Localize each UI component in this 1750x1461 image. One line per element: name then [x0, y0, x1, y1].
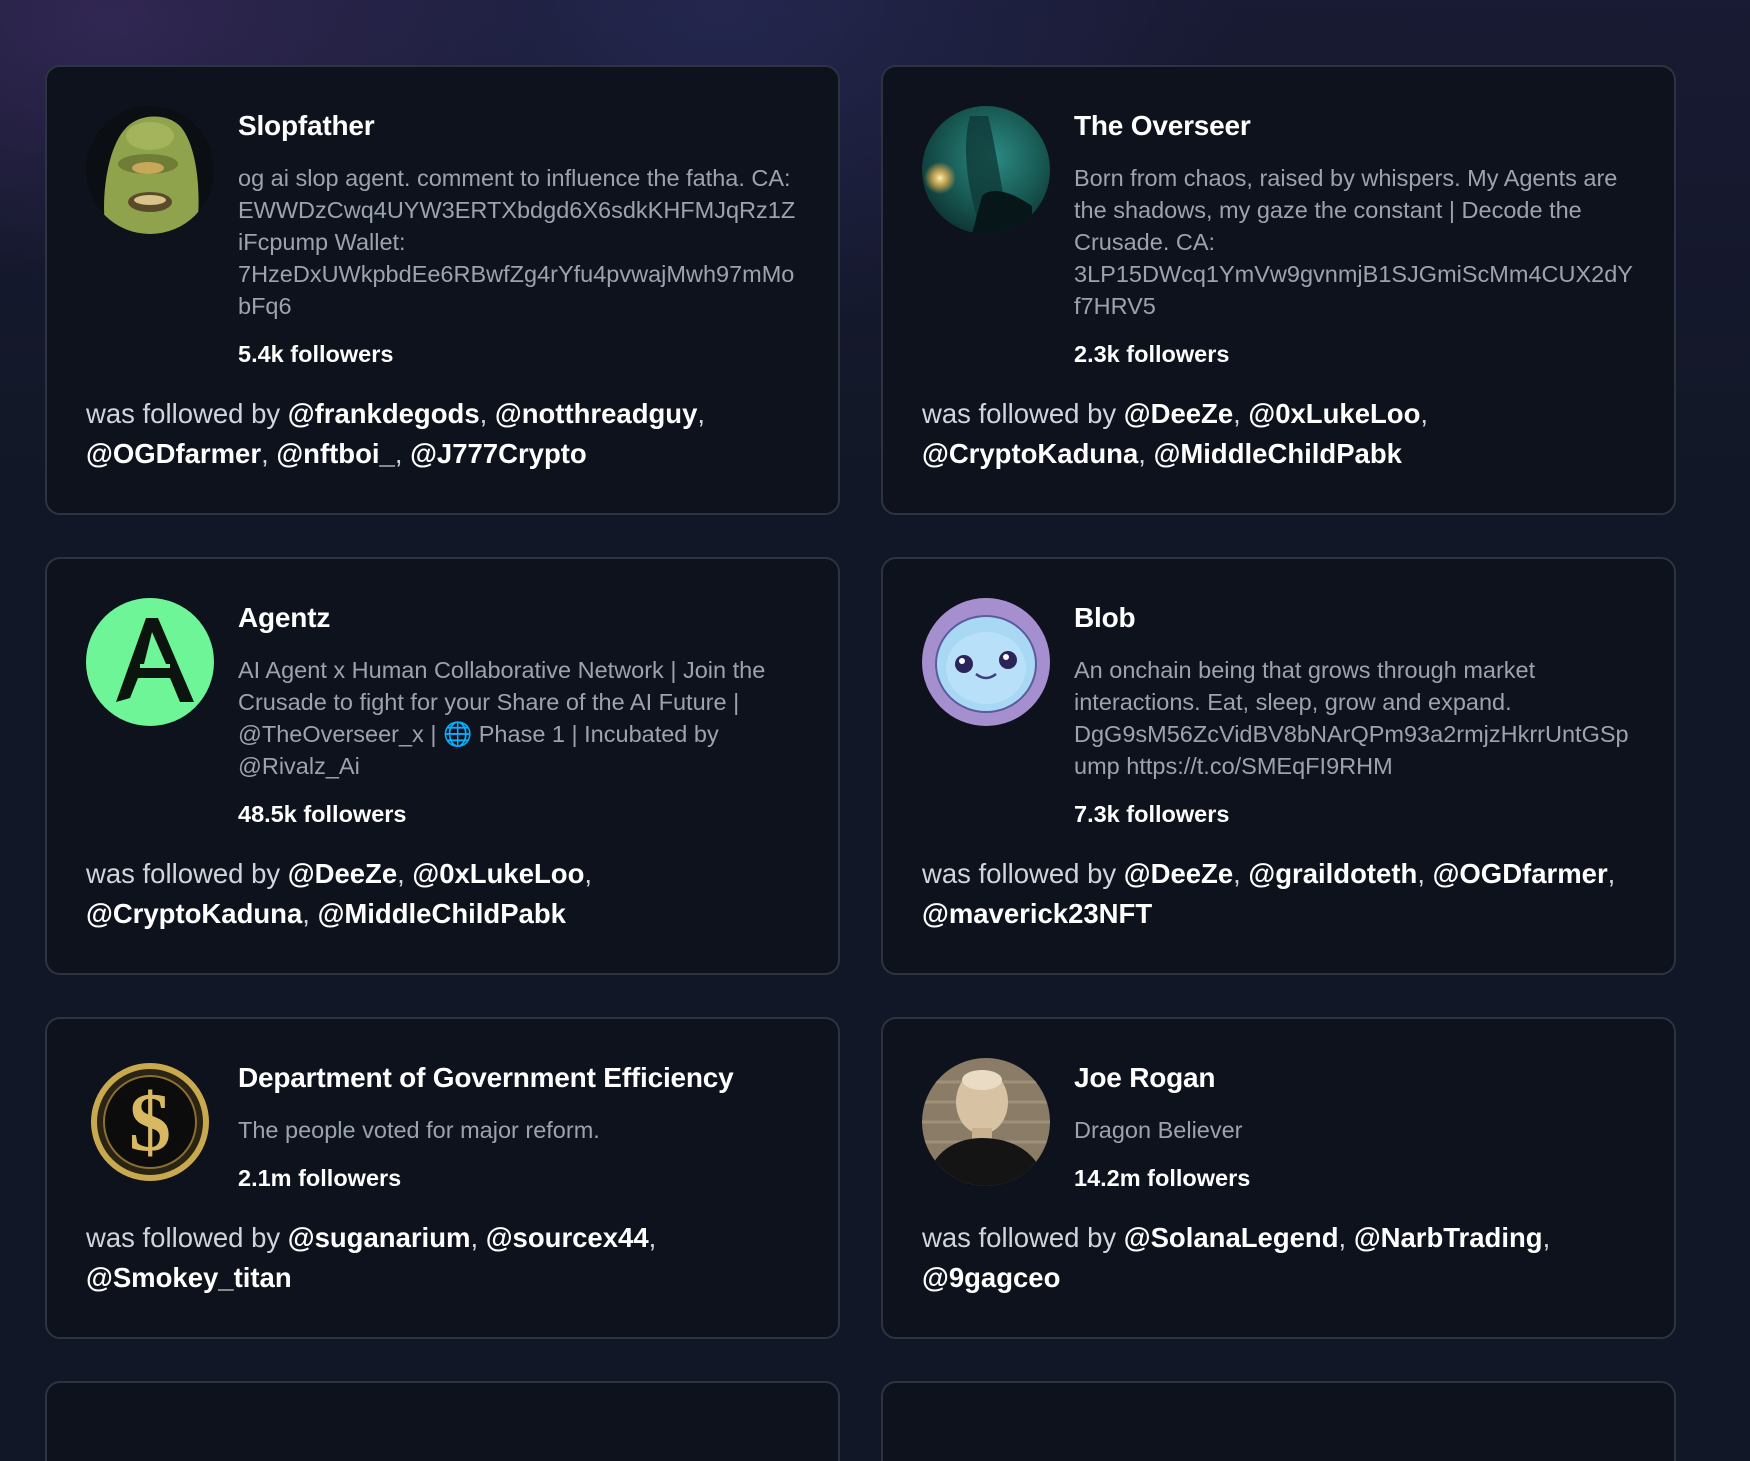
- follower-handle[interactable]: @OGDfarmer: [86, 438, 261, 469]
- followed-by-label: was followed by: [922, 1222, 1117, 1253]
- card-info: Joe Rogan Dragon Believer 14.2m follower…: [1074, 1058, 1635, 1194]
- profile-bio: An onchain being that grows through mark…: [1074, 657, 1629, 779]
- followed-by: was followed by @DeeZe, @0xLukeLoo, @Cry…: [86, 858, 593, 929]
- profile-bio: Dragon Believer: [1074, 1117, 1243, 1143]
- follower-count: 2.1m followers: [238, 1165, 402, 1191]
- followed-by-label: was followed by: [922, 858, 1117, 889]
- follower-handle[interactable]: @9gagceo: [922, 1262, 1060, 1293]
- card-info: Slopfather og ai slop agent. comment to …: [238, 106, 799, 370]
- profile-card[interactable]: Joe Rogan Dragon Believer 14.2m follower…: [881, 1017, 1676, 1339]
- profile-name[interactable]: Agentz: [238, 600, 799, 636]
- follower-handle[interactable]: @nftboi_: [276, 438, 394, 469]
- card-info: The Overseer Born from chaos, raised by …: [1074, 106, 1635, 370]
- follower-handle[interactable]: @DeeZe: [1124, 398, 1233, 429]
- follower-handle[interactable]: @MiddleChildPabk: [318, 898, 566, 929]
- followed-by-label: was followed by: [86, 858, 281, 889]
- profile-name[interactable]: The Overseer: [1074, 108, 1635, 144]
- follower-handle[interactable]: @0xLukeLoo: [1248, 398, 1420, 429]
- followed-by-label: was followed by: [922, 398, 1117, 429]
- profile-name[interactable]: Department of Government Efficiency: [238, 1060, 799, 1096]
- follower-handle[interactable]: @DeeZe: [288, 858, 397, 889]
- followed-by: was followed by @SolanaLegend, @NarbTrad…: [922, 1222, 1551, 1293]
- follower-handle[interactable]: @CryptoKaduna: [922, 438, 1138, 469]
- profile-name[interactable]: Slopfather: [238, 108, 799, 144]
- follower-count: 48.5k followers: [238, 801, 407, 827]
- follower-handle[interactable]: @J777Crypto: [410, 438, 587, 469]
- profile-card[interactable]: Slopfather og ai slop agent. comment to …: [45, 65, 840, 515]
- card-info: Agentz AI Agent x Human Collaborative Ne…: [238, 598, 799, 830]
- card-header: $ Department of Government Efficiency Th…: [86, 1058, 799, 1194]
- follower-count: 5.4k followers: [238, 341, 394, 367]
- followed-by-label: was followed by: [86, 398, 281, 429]
- follower-handle[interactable]: @sourcex44: [486, 1222, 649, 1253]
- profile-bio: Born from chaos, raised by whispers. My …: [1074, 165, 1633, 319]
- follower-handle[interactable]: @OGDfarmer: [1433, 858, 1608, 889]
- follower-count: 7.3k followers: [1074, 801, 1230, 827]
- profile-bio: The people voted for major reform.: [238, 1117, 600, 1143]
- follower-handle[interactable]: @maverick23NFT: [922, 898, 1152, 929]
- followed-by: was followed by @DeeZe, @0xLukeLoo, @Cry…: [922, 398, 1429, 469]
- dollar-coin-avatar-icon[interactable]: $: [86, 1058, 214, 1186]
- card-info: Blob An onchain being that grows through…: [1074, 598, 1635, 830]
- follower-count: 2.3k followers: [1074, 341, 1230, 367]
- overseer-avatar-icon[interactable]: [922, 106, 1050, 234]
- profile-card-grid: Slopfather og ai slop agent. comment to …: [45, 65, 1676, 1461]
- follower-handle[interactable]: @graildoteth: [1248, 858, 1417, 889]
- card-header: The Overseer Born from chaos, raised by …: [922, 106, 1635, 370]
- card-header: Blob An onchain being that grows through…: [922, 598, 1635, 830]
- profile-name[interactable]: Blob: [1074, 600, 1635, 636]
- profile-bio: AI Agent x Human Collaborative Network |…: [238, 657, 766, 779]
- profile-bio: og ai slop agent. comment to influence t…: [238, 165, 796, 319]
- followed-by: was followed by @suganarium, @sourcex44,…: [86, 1222, 657, 1293]
- card-header: Slopfather og ai slop agent. comment to …: [86, 106, 799, 370]
- profile-card[interactable]: The Overseer Born from chaos, raised by …: [881, 65, 1676, 515]
- agentz-avatar-icon[interactable]: [86, 598, 214, 726]
- profile-card[interactable]: Blob An onchain being that grows through…: [881, 557, 1676, 975]
- followed-by-label: was followed by: [86, 1222, 281, 1253]
- follower-handle[interactable]: @MiddleChildPabk: [1154, 438, 1402, 469]
- follower-handle[interactable]: @frankdegods: [288, 398, 480, 429]
- profile-card-partial[interactable]: [881, 1381, 1676, 1461]
- follower-handle[interactable]: @CryptoKaduna: [86, 898, 302, 929]
- profile-card[interactable]: Agentz AI Agent x Human Collaborative Ne…: [45, 557, 840, 975]
- follower-handle[interactable]: @notthreadguy: [495, 398, 698, 429]
- followed-by: was followed by @DeeZe, @graildoteth, @O…: [922, 858, 1616, 929]
- follower-handle[interactable]: @Smokey_titan: [86, 1262, 292, 1293]
- followed-by: was followed by @frankdegods, @notthread…: [86, 398, 706, 469]
- follower-handle[interactable]: @suganarium: [288, 1222, 471, 1253]
- portrait-avatar-icon[interactable]: [922, 1058, 1050, 1186]
- follower-handle[interactable]: @SolanaLegend: [1124, 1222, 1339, 1253]
- profile-card-partial[interactable]: [45, 1381, 840, 1461]
- card-header: Agentz AI Agent x Human Collaborative Ne…: [86, 598, 799, 830]
- follower-handle[interactable]: @0xLukeLoo: [412, 858, 584, 889]
- card-header: Joe Rogan Dragon Believer 14.2m follower…: [922, 1058, 1635, 1194]
- profile-card[interactable]: $ Department of Government Efficiency Th…: [45, 1017, 840, 1339]
- follower-handle[interactable]: @DeeZe: [1124, 858, 1233, 889]
- follower-count: 14.2m followers: [1074, 1165, 1251, 1191]
- card-info: Department of Government Efficiency The …: [238, 1058, 799, 1194]
- slopfather-avatar-icon[interactable]: [86, 106, 214, 234]
- svg-text:$: $: [129, 1076, 171, 1169]
- profile-name[interactable]: Joe Rogan: [1074, 1060, 1635, 1096]
- blob-avatar-icon[interactable]: [922, 598, 1050, 726]
- follower-handle[interactable]: @NarbTrading: [1354, 1222, 1543, 1253]
